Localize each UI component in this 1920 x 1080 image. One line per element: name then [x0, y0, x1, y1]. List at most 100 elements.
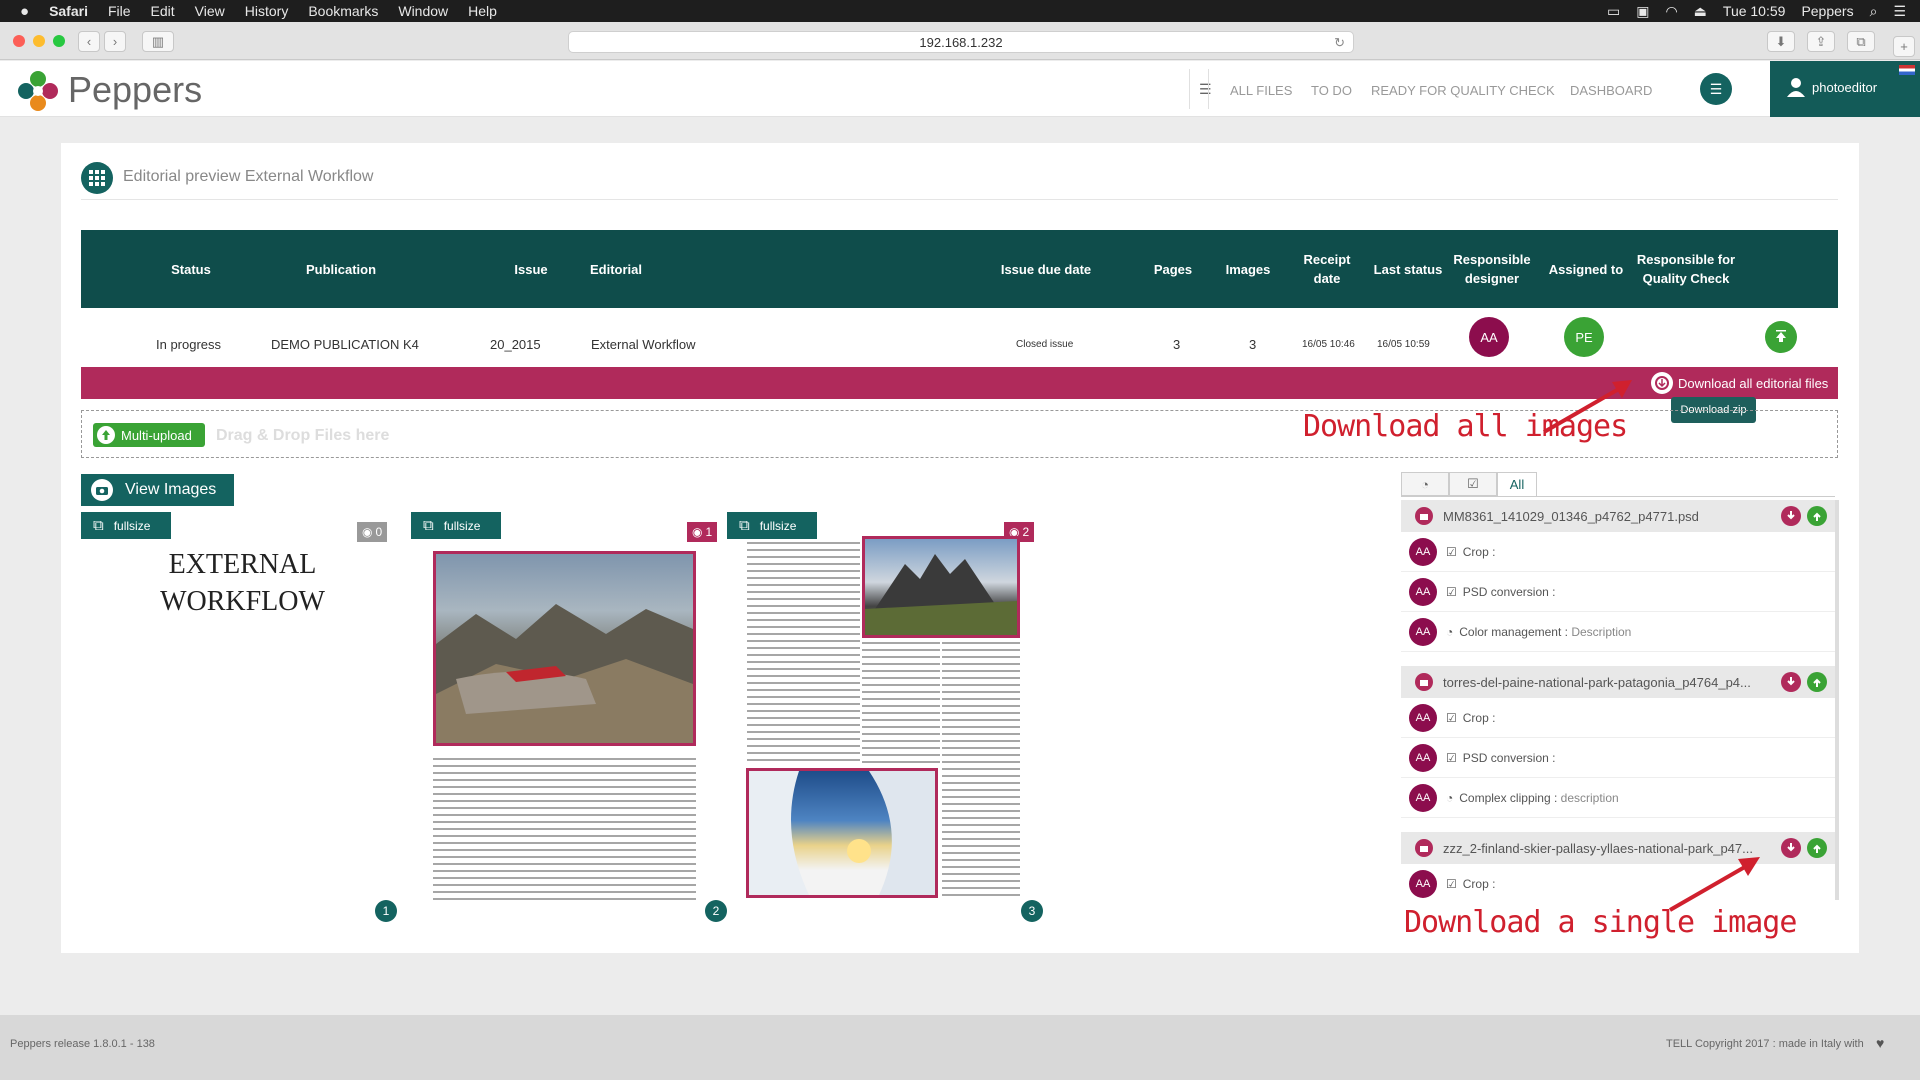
menu-bookmarks[interactable]: Bookmarks	[308, 3, 378, 19]
nav-to-do[interactable]: TO DO	[1311, 83, 1352, 98]
download-image-button[interactable]	[1781, 672, 1801, 692]
col-pages[interactable]: Pages	[1143, 230, 1203, 308]
page-3-image-torres-del-paine[interactable]	[862, 536, 1020, 638]
eject-icon[interactable]: ⏏	[1694, 3, 1707, 20]
upload-arrow-button[interactable]	[1765, 321, 1797, 353]
menu-file[interactable]: File	[108, 3, 131, 19]
close-window-button[interactable]	[13, 35, 25, 47]
download-all-button[interactable]: Download all editorial files	[1678, 376, 1828, 391]
menu-window[interactable]: Window	[398, 3, 448, 19]
col-responsible-designer[interactable]: Responsible designer	[1447, 230, 1537, 308]
file-row[interactable]: torres-del-paine-national-park-patagonia…	[1401, 666, 1835, 698]
tab-all[interactable]: All	[1497, 472, 1537, 496]
designer-avatar[interactable]: AA	[1469, 317, 1509, 357]
fullsize-button-page-3[interactable]: ⧉ fullsize	[727, 512, 817, 539]
download-all-icon[interactable]	[1651, 372, 1673, 394]
nav-dashboard[interactable]: DASHBOARD	[1570, 83, 1652, 98]
row-issue[interactable]: 20_2015	[490, 337, 541, 352]
sidebar-toggle-icon[interactable]: ▥	[142, 31, 174, 52]
task-label: Crop :	[1462, 544, 1496, 559]
notification-center-icon[interactable]: ☰	[1893, 3, 1906, 20]
fullsize-label: fullsize	[759, 518, 797, 533]
brand-name[interactable]: Peppers	[68, 69, 202, 111]
col-last-status[interactable]: Last status	[1363, 230, 1453, 308]
reload-icon[interactable]: ↻	[1334, 35, 1345, 51]
upload-image-button[interactable]	[1807, 838, 1827, 858]
task-row[interactable]: AA ☑ Crop :	[1401, 532, 1835, 572]
file-row[interactable]: MM8361_141029_01346_p4762_p4771.psd	[1401, 500, 1835, 532]
col-publication[interactable]: Publication	[266, 230, 416, 308]
screen-mirror-icon[interactable]: ▭	[1607, 3, 1620, 20]
task-row[interactable]: AA ☑ Crop :	[1401, 864, 1835, 900]
task-row[interactable]: AA ☑ PSD conversion :	[1401, 572, 1835, 612]
menu-list-icon[interactable]: ☰	[1700, 73, 1732, 105]
tab-in-progress[interactable]: ◔	[1401, 472, 1449, 496]
menu-view[interactable]: View	[195, 3, 225, 19]
col-assigned-to[interactable]: Assigned to	[1536, 230, 1636, 308]
language-flag-icon[interactable]	[1899, 65, 1915, 75]
clock-icon: ◔	[1446, 624, 1454, 639]
new-tab-icon[interactable]: +	[1893, 36, 1915, 57]
task-row[interactable]: AA ◔ Color management : Description	[1401, 612, 1835, 652]
col-receipt-date[interactable]: Receipt date	[1292, 230, 1362, 308]
menu-edit[interactable]: Edit	[151, 3, 175, 19]
zoom-window-button[interactable]	[53, 35, 65, 47]
apple-icon[interactable]: ●	[20, 3, 29, 20]
fullsize-button-page-1[interactable]: ⧉ fullsize	[81, 512, 171, 539]
col-quality-check[interactable]: Responsible for Quality Check	[1636, 230, 1736, 308]
assigned-avatar[interactable]: PE	[1564, 317, 1604, 357]
page-3-image-finland-skier[interactable]	[746, 768, 938, 898]
menubar-clock[interactable]: Tue 10:59	[1723, 3, 1786, 19]
downloads-icon[interactable]: ⬇	[1767, 31, 1795, 52]
menu-help[interactable]: Help	[468, 3, 497, 19]
task-label: Color management :	[1459, 624, 1568, 639]
tabs-overview-icon[interactable]: ⧉	[1847, 31, 1875, 52]
download-image-button[interactable]	[1781, 838, 1801, 858]
menu-app-name[interactable]: Safari	[49, 3, 88, 19]
panel-scrollbar[interactable]	[1835, 500, 1839, 900]
share-icon[interactable]: ⇪	[1807, 31, 1835, 52]
minimize-window-button[interactable]	[33, 35, 45, 47]
col-status[interactable]: Status	[141, 230, 241, 308]
row-editorial[interactable]: External Workflow	[591, 337, 696, 352]
list-icon[interactable]: ☰	[1199, 81, 1212, 98]
tab-done[interactable]: ☑	[1449, 472, 1497, 496]
drop-hint: Drag & Drop Files here	[216, 427, 390, 444]
menu-history[interactable]: History	[245, 3, 289, 19]
download-image-button[interactable]	[1781, 506, 1801, 526]
nav-all-files[interactable]: ALL FILES	[1230, 83, 1292, 98]
task-avatar: AA	[1409, 783, 1437, 812]
back-button[interactable]: ‹	[78, 31, 100, 52]
address-bar[interactable]: 192.168.1.232 ↻	[568, 31, 1354, 53]
page-number-2[interactable]: 2	[705, 900, 727, 922]
multi-upload-button[interactable]: Multi-upload	[93, 423, 205, 447]
display-icon[interactable]: ▣	[1636, 3, 1649, 20]
page-number-1[interactable]: 1	[375, 900, 397, 922]
spotlight-icon[interactable]: ⌕	[1870, 3, 1878, 20]
col-issue-due-date[interactable]: Issue due date	[981, 230, 1111, 308]
col-images[interactable]: Images	[1218, 230, 1278, 308]
view-images-button[interactable]: View Images	[81, 474, 234, 506]
wifi-icon[interactable]: ◠	[1665, 3, 1677, 20]
peppers-logo-icon[interactable]	[16, 69, 60, 113]
upload-image-button[interactable]	[1807, 672, 1827, 692]
task-row[interactable]: AA ☑ PSD conversion :	[1401, 738, 1835, 778]
upload-image-button[interactable]	[1807, 506, 1827, 526]
nav-ready-for-quality-check[interactable]: READY FOR QUALITY CHECK	[1371, 83, 1555, 98]
menubar-user[interactable]: Peppers	[1801, 3, 1853, 19]
row-publication[interactable]: DEMO PUBLICATION K4	[271, 337, 419, 352]
task-row[interactable]: AA ☑ Crop :	[1401, 698, 1835, 738]
forward-button[interactable]: ›	[104, 31, 126, 52]
col-editorial[interactable]: Editorial	[581, 230, 651, 308]
col-issue[interactable]: Issue	[481, 230, 581, 308]
mountain-photo	[436, 604, 693, 743]
user-menu[interactable]: photoeditor	[1770, 61, 1920, 117]
fullsize-button-page-2[interactable]: ⧉ fullsize	[411, 512, 501, 539]
task-label: Crop :	[1462, 710, 1496, 725]
page-number-3[interactable]: 3	[1021, 900, 1043, 922]
file-list: MM8361_141029_01346_p4762_p4771.psd AA ☑ C…	[1401, 500, 1835, 900]
file-row[interactable]: zzz_2-finland-skier-pallasy-yllaes-natio…	[1401, 832, 1835, 864]
task-row[interactable]: AA ◔ Complex clipping : description	[1401, 778, 1835, 818]
editorial-table-header: Status Publication Issue Editorial Issue…	[81, 230, 1838, 308]
page-2-image-mountain-climber[interactable]	[433, 551, 696, 746]
